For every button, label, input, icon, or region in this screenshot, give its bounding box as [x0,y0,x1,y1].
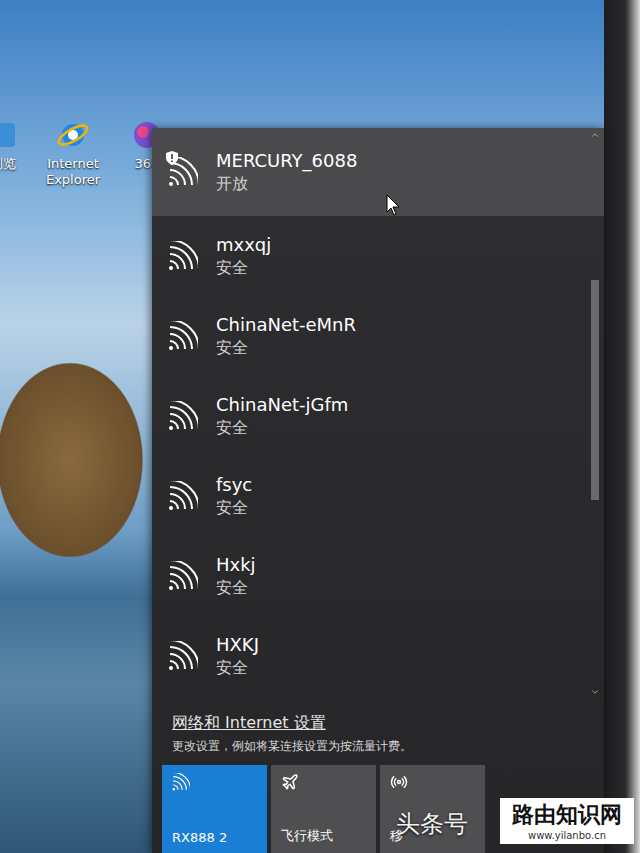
network-row[interactable]: mxxqj 安全 [152,216,604,296]
browser-icon [0,118,20,152]
network-ssid: MERCURY_6088 [216,150,357,171]
network-ssid: ChinaNet-jGfm [216,394,348,415]
wifi-icon [168,561,198,591]
wifi-icon [168,481,198,511]
network-row[interactable]: HXKJ 安全 [152,616,604,696]
network-text: HXKJ 安全 [216,634,259,679]
network-text: mxxqj 安全 [216,234,271,279]
network-row[interactable]: MERCURY_6088 开放 [152,128,604,216]
wifi-icon [168,321,198,351]
network-status: 安全 [216,578,256,599]
watermark-site-name: 路由知识网 [512,800,622,830]
network-icon-wrap [168,481,198,511]
wifi-icon [168,401,198,431]
screen: 浏览Internet Explorer360MERCURY_6088开放mxxq… [0,0,640,853]
quick-action-label: 飞行模式 [281,827,333,845]
desktop-icon-art [0,118,20,152]
network-row[interactable]: fsyc 安全 [152,456,604,536]
quick-action-tile[interactable]: 飞行模式 [271,765,376,853]
network-status: 安全 [216,498,252,519]
network-status: 安全 [216,658,259,679]
network-icon-wrap [168,561,198,591]
network-ssid: Hxkj [216,554,256,575]
desktop-icon[interactable]: 浏览 [0,118,38,172]
desktop-icon-art [56,118,90,152]
network-text: ChinaNet-jGfm 安全 [216,394,348,439]
network-ssid: ChinaNet-eMnR [216,314,356,335]
network-status: 安全 [216,258,271,279]
watermark-site-url: www.yilanbo.cn [528,830,606,841]
wifi-icon [172,773,190,791]
network-icon-wrap [168,321,198,351]
desktop-icon-label: 浏览 [0,156,16,172]
settings-link[interactable]: 网络和 Internet 设置 [172,713,588,734]
monitor-bezel [604,0,640,853]
wifi-icon [168,241,198,271]
settings-description: 更改设置，例如将某连接设置为按流量计费。 [172,738,588,755]
internet-explorer-icon [56,118,90,152]
scrollbar[interactable] [590,130,600,697]
network-ssid: HXKJ [216,634,259,655]
scroll-down-icon[interactable] [590,687,600,697]
quick-action-tile[interactable]: RX888 2 [162,765,267,853]
network-status: 安全 [216,338,356,359]
quick-action-tile[interactable]: 移 [380,765,485,853]
desktop: 浏览Internet Explorer360MERCURY_6088开放mxxq… [0,0,604,853]
network-row[interactable]: ChinaNet-eMnR 安全 [152,296,604,376]
network-text: Hxkj 安全 [216,554,256,599]
shield-icon [166,151,178,165]
network-icon-wrap [168,401,198,431]
airplane-icon [281,773,299,791]
quick-action-label: RX888 2 [172,830,227,845]
network-row[interactable]: ChinaNet-jGfm 安全 [152,376,604,456]
watermark-badge: 路由知识网www.yilanbo.cn [500,798,634,844]
wifi-icon [168,641,198,671]
scroll-up-icon[interactable] [590,130,600,140]
network-icon-wrap [168,157,198,187]
network-flyout: MERCURY_6088开放mxxqj安全ChinaNet-eMnR安全Chin… [152,128,604,853]
network-text: ChinaNet-eMnR 安全 [216,314,356,359]
network-row[interactable]: Hxkj 安全 [152,536,604,616]
desktop-icon[interactable]: Internet Explorer [38,118,108,189]
desktop-icon-label: Internet Explorer [38,156,108,189]
scroll-thumb[interactable] [591,280,599,500]
network-list: MERCURY_6088开放mxxqj安全ChinaNet-eMnR安全Chin… [152,128,604,701]
network-ssid: mxxqj [216,234,271,255]
network-icon-wrap [168,641,198,671]
network-status: 开放 [216,174,357,195]
network-text: fsyc 安全 [216,474,252,519]
mouse-cursor-icon [386,194,400,216]
network-text: MERCURY_6088 开放 [216,150,357,195]
hotspot-icon [390,773,408,791]
network-icon-wrap [168,241,198,271]
watermark-account: 头条号 [396,808,468,840]
settings-section: 网络和 Internet 设置更改设置，例如将某连接设置为按流量计费。 [152,701,604,765]
network-status: 安全 [216,418,348,439]
network-ssid: fsyc [216,474,252,495]
